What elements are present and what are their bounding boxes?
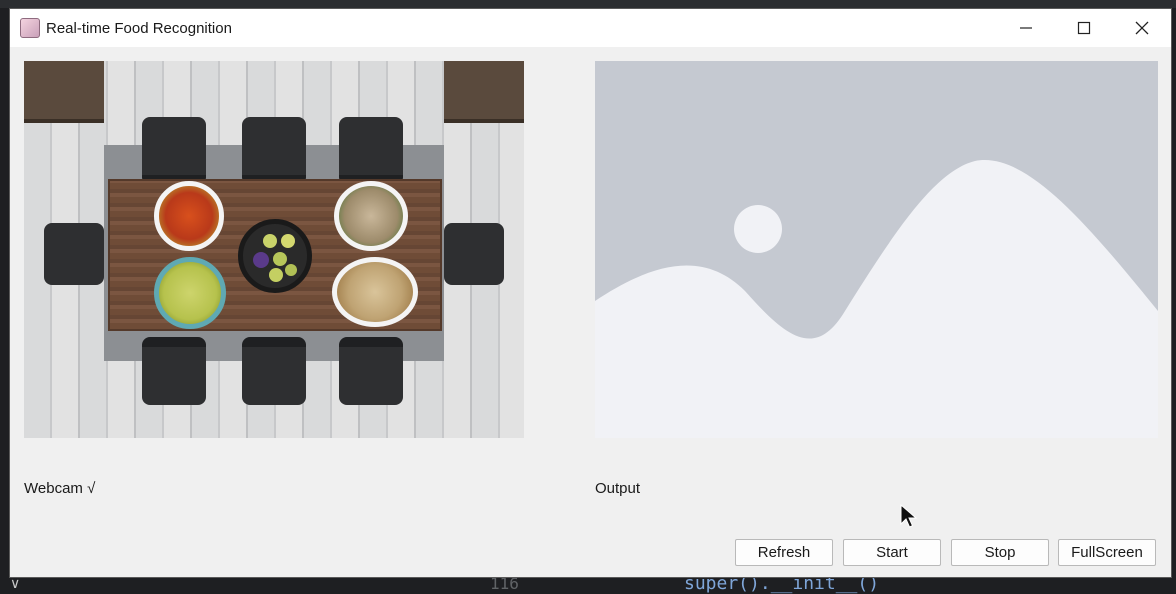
editor-bottom-strip (0, 578, 1176, 590)
title-bar[interactable]: Real-time Food Recognition (10, 9, 1171, 47)
stop-button[interactable]: Stop (951, 539, 1049, 566)
window-controls (997, 9, 1171, 47)
maximize-icon (1077, 21, 1091, 35)
refresh-button[interactable]: Refresh (735, 539, 833, 566)
food-item (273, 252, 287, 266)
webcam-view (24, 61, 524, 438)
mouse-cursor-icon (900, 504, 918, 528)
close-icon (1135, 21, 1149, 35)
app-icon (20, 18, 40, 38)
dish-noodles (154, 257, 226, 329)
food-item (263, 234, 277, 248)
start-button[interactable]: Start (843, 539, 941, 566)
food-item (285, 264, 297, 276)
minimize-icon (1020, 27, 1032, 29)
dish-mapo-tofu (154, 181, 224, 251)
app-window: Real-time Food Recognition Webcam √ Outp… (9, 8, 1172, 578)
chair (242, 117, 306, 185)
output-view (595, 61, 1158, 438)
chair (44, 223, 104, 285)
chair (339, 117, 403, 185)
dish-center (238, 219, 312, 293)
webcam-label: Webcam √ (24, 480, 96, 497)
cabinet (444, 61, 524, 123)
chair (339, 337, 403, 405)
dish-dumplings (332, 257, 418, 327)
minimize-button[interactable] (997, 9, 1055, 47)
output-label: Output (595, 480, 641, 497)
fullscreen-button[interactable]: FullScreen (1058, 539, 1156, 566)
desktop-top-strip (0, 0, 1176, 8)
chair (142, 117, 206, 185)
chair (444, 223, 504, 285)
close-button[interactable] (1113, 9, 1171, 47)
food-item (269, 268, 283, 282)
image-placeholder-icon (595, 61, 1158, 438)
chair (142, 337, 206, 405)
maximize-button[interactable] (1055, 9, 1113, 47)
cabinet (24, 61, 104, 123)
food-item (253, 252, 269, 268)
chair (242, 337, 306, 405)
window-title: Real-time Food Recognition (46, 19, 232, 37)
dish-chicken (334, 181, 408, 251)
food-item (281, 234, 295, 248)
